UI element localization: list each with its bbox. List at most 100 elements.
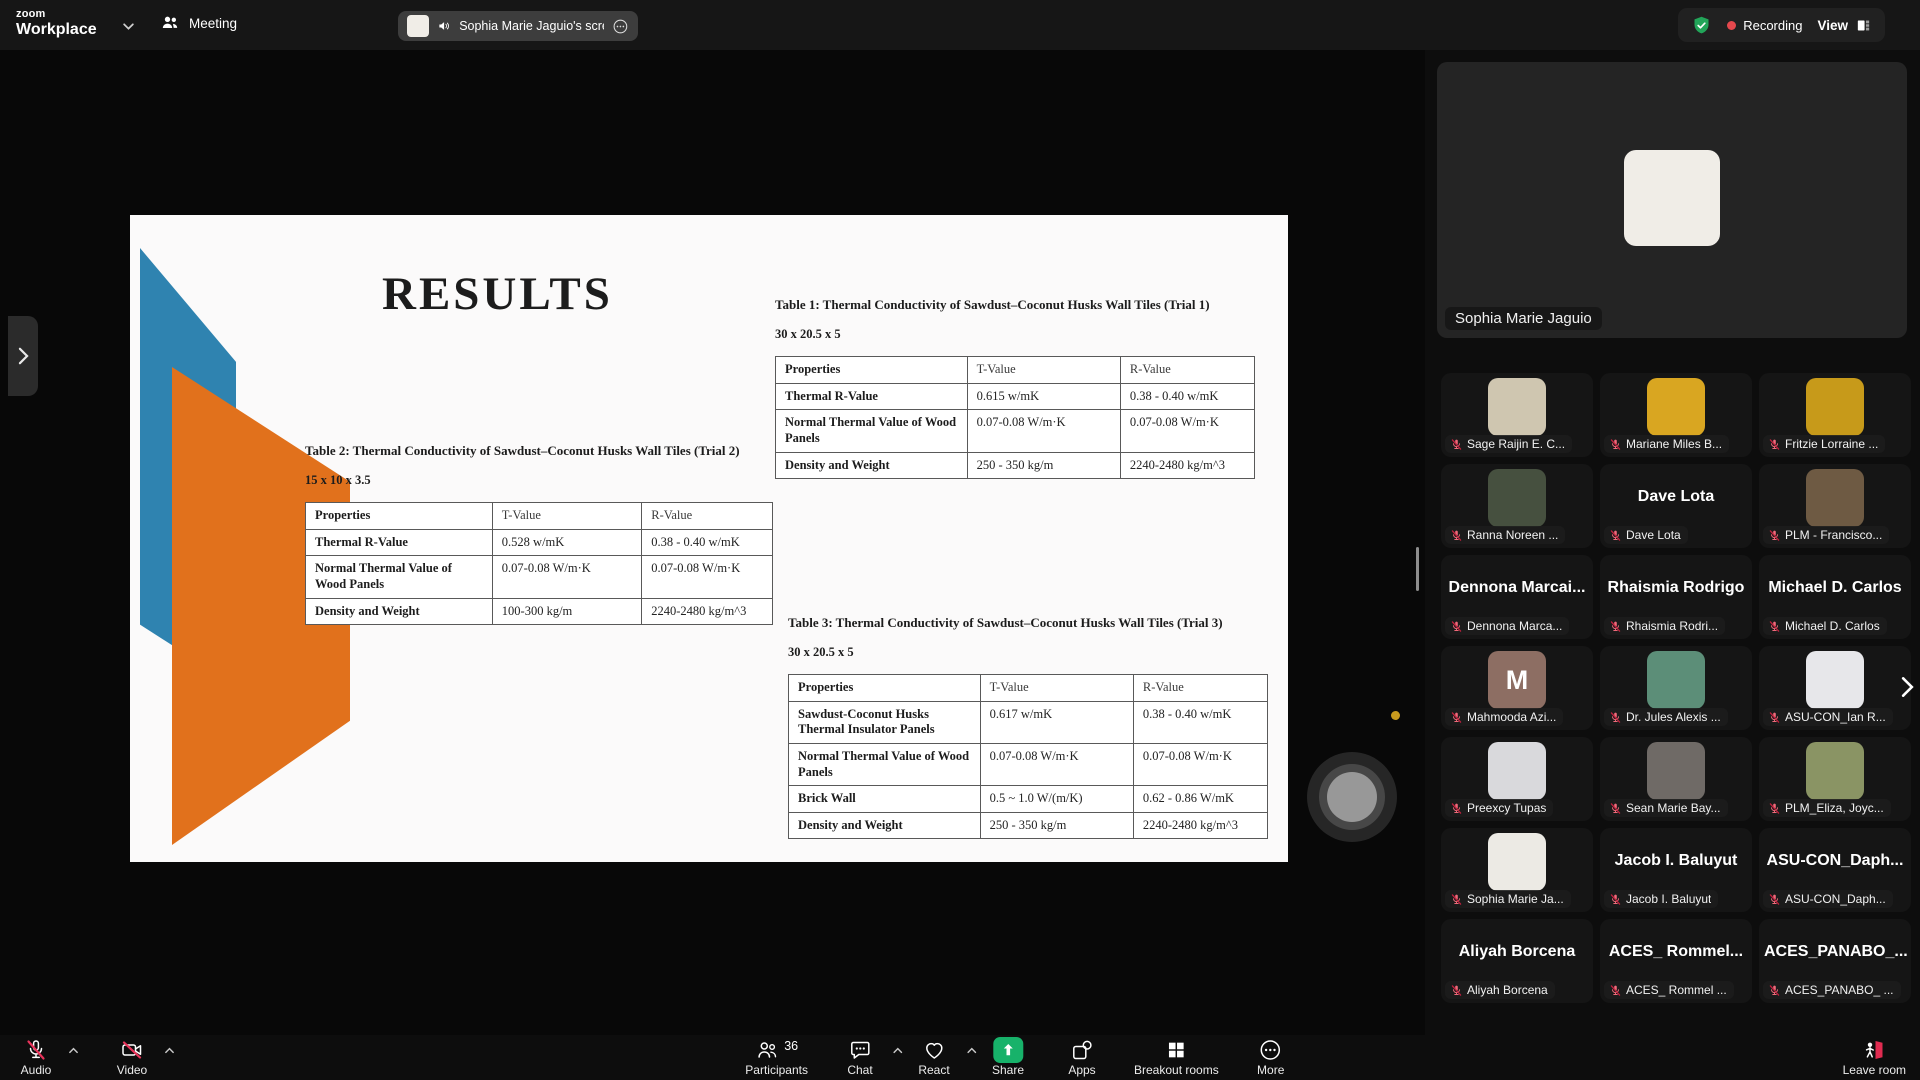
chat-options-chevron[interactable] <box>892 1045 903 1056</box>
participant-tile[interactable]: M Mahmooda Azi... <box>1441 646 1593 730</box>
participant-tile[interactable]: Michael D. Carlos Michael D. Carlos <box>1759 555 1911 639</box>
tab-meeting[interactable]: Meeting <box>160 13 237 33</box>
participants-icon <box>755 1038 779 1062</box>
active-speaker-tile[interactable]: Sophia Marie Jaguio <box>1437 62 1907 338</box>
mic-muted-icon <box>1609 438 1622 451</box>
participant-name-pill: Dennona Marca... <box>1445 617 1569 635</box>
participant-name-pill: Sean Marie Bay... <box>1604 799 1728 817</box>
participant-tile[interactable]: ASU-CON_Ian R... <box>1759 646 1911 730</box>
breakout-rooms-button[interactable]: Breakout rooms <box>1134 1038 1219 1077</box>
more-button[interactable]: More <box>1249 1038 1293 1077</box>
participant-tile[interactable]: Fritzie Lorraine ... <box>1759 373 1911 457</box>
participant-tile[interactable]: Jacob I. Baluyut Jacob I. Baluyut <box>1600 828 1752 912</box>
speaker-name-label: Sophia Marie Jaguio <box>1445 307 1602 330</box>
logo-line-zoom: zoom <box>16 8 97 21</box>
participant-tile[interactable]: Dr. Jules Alexis ... <box>1600 646 1752 730</box>
next-participants-page-button[interactable] <box>1897 672 1918 702</box>
table-header-cell: Properties <box>776 357 968 384</box>
leave-room-button[interactable]: Leave room <box>1843 1038 1906 1077</box>
audio-button[interactable]: Audio <box>14 1038 58 1077</box>
pill-more-options-icon[interactable] <box>612 17 629 36</box>
view-layout-icon <box>1855 17 1872 34</box>
participant-name: ASU-CON_Daph... <box>1785 892 1886 906</box>
video-options-chevron[interactable] <box>164 1045 175 1056</box>
mic-muted-icon <box>1768 802 1781 815</box>
table-cell: Normal Thermal Value of Wood Panels <box>306 556 493 598</box>
audio-options-chevron[interactable] <box>68 1045 79 1056</box>
participant-name-pill: Rhaismia Rodri... <box>1604 617 1725 635</box>
video-label: Video <box>117 1063 147 1077</box>
table-cell: 0.07-0.08 W/m·K <box>492 556 641 598</box>
chevron-right-icon <box>18 347 29 365</box>
share-button[interactable]: Share <box>986 1038 1030 1077</box>
participant-tile[interactable]: ACES_PANABO_... ACES_PANABO_ ... <box>1759 919 1911 1003</box>
participant-display-name: Rhaismia Rodrigo <box>1600 579 1752 597</box>
table-cell: Sawdust-Coconut Husks Thermal Insulator … <box>789 701 981 743</box>
table-cell: Density and Weight <box>789 812 981 839</box>
mic-muted-icon <box>1450 984 1463 997</box>
table-cell: 100-300 kg/m <box>492 598 641 625</box>
table-header-cell: T-Value <box>980 675 1133 702</box>
participant-name: Mariane Miles B... <box>1626 437 1722 451</box>
participant-avatar <box>1806 469 1864 527</box>
participant-tile[interactable]: ASU-CON_Daph... ASU-CON_Daph... <box>1759 828 1911 912</box>
participant-letter-avatar: M <box>1488 651 1546 709</box>
mic-muted-icon <box>1768 984 1781 997</box>
top-bar: zoom Workplace Meeting Sophia Marie Jagu… <box>0 0 1920 50</box>
participant-tile[interactable]: ACES_ Rommel... ACES_ Rommel ... <box>1600 919 1752 1003</box>
security-shield-icon[interactable] <box>1691 15 1712 36</box>
participant-tile[interactable]: PLM_Eliza, Joyc... <box>1759 737 1911 821</box>
video-button[interactable]: Video <box>110 1038 154 1077</box>
speaker-audio-icon <box>437 18 451 34</box>
participant-name: Aliyah Borcena <box>1467 983 1548 997</box>
participant-tile[interactable]: Dave Lota Dave Lota <box>1600 464 1752 548</box>
participant-tile[interactable]: Mariane Miles B... <box>1600 373 1752 457</box>
table-cell: 0.07-0.08 W/m·K <box>642 556 773 598</box>
table-dimensions: 15 x 10 x 3.5 <box>305 473 773 488</box>
participant-name: Mahmooda Azi... <box>1467 710 1556 724</box>
chat-button[interactable]: Chat <box>838 1038 882 1077</box>
participant-tile[interactable]: Preexcy Tupas <box>1441 737 1593 821</box>
participant-name-pill: PLM - Francisco... <box>1763 526 1889 544</box>
participant-tile[interactable]: Aliyah Borcena Aliyah Borcena <box>1441 919 1593 1003</box>
chevron-right-icon <box>1901 676 1914 698</box>
mic-muted-icon <box>1609 529 1622 542</box>
participant-tile[interactable]: Ranna Noreen ... <box>1441 464 1593 548</box>
table-header-cell: R-Value <box>642 503 773 530</box>
apps-button[interactable]: Apps <box>1060 1038 1104 1077</box>
participant-tile[interactable]: Rhaismia Rodrigo Rhaismia Rodri... <box>1600 555 1752 639</box>
slide-table-2: Table 2: Thermal Conductivity of Sawdust… <box>305 443 773 625</box>
mic-muted-icon <box>1450 893 1463 906</box>
participant-tile[interactable]: Sophia Marie Ja... <box>1441 828 1593 912</box>
presentation-slide: RESULTS Table 1: Thermal Conductivity of… <box>130 215 1288 862</box>
chat-label: Chat <box>847 1063 872 1077</box>
left-panel-toggle[interactable] <box>8 316 38 396</box>
react-options-chevron[interactable] <box>966 1045 977 1056</box>
participant-name-pill: Fritzie Lorraine ... <box>1763 435 1885 453</box>
workspace-chevron-down-icon[interactable] <box>122 20 135 33</box>
participant-name-pill: ASU-CON_Daph... <box>1763 890 1893 908</box>
participant-avatar <box>1806 742 1864 800</box>
recording-indicator[interactable]: Recording <box>1727 18 1802 33</box>
participant-name-pill: Mariane Miles B... <box>1604 435 1729 453</box>
participant-name-pill: PLM_Eliza, Joyc... <box>1763 799 1891 817</box>
participant-name: PLM_Eliza, Joyc... <box>1785 801 1884 815</box>
table-header-cell: T-Value <box>967 357 1120 384</box>
shared-screen-pill[interactable]: Sophia Marie Jaguio's screen <box>398 11 638 41</box>
table-caption: Table 2: Thermal Conductivity of Sawdust… <box>305 443 773 459</box>
table-cell: 2240-2480 kg/m^3 <box>1120 452 1254 479</box>
view-button[interactable]: View <box>1817 17 1872 34</box>
resize-handle[interactable] <box>1416 547 1419 591</box>
participants-button[interactable]: 36 Participants <box>745 1038 808 1077</box>
participant-name: Fritzie Lorraine ... <box>1785 437 1878 451</box>
table-cell: Thermal R-Value <box>306 529 493 556</box>
table-cell: 0.615 w/mK <box>967 383 1120 410</box>
participant-tile[interactable]: PLM - Francisco... <box>1759 464 1911 548</box>
react-button[interactable]: React <box>912 1038 956 1077</box>
participant-tile[interactable]: Dennona Marcai... Dennona Marca... <box>1441 555 1593 639</box>
participant-tile[interactable]: Sean Marie Bay... <box>1600 737 1752 821</box>
table-cell: 0.528 w/mK <box>492 529 641 556</box>
participant-name: Sophia Marie Ja... <box>1467 892 1564 906</box>
table-header-cell: Properties <box>789 675 981 702</box>
participant-tile[interactable]: Sage Raijin E. C... <box>1441 373 1593 457</box>
